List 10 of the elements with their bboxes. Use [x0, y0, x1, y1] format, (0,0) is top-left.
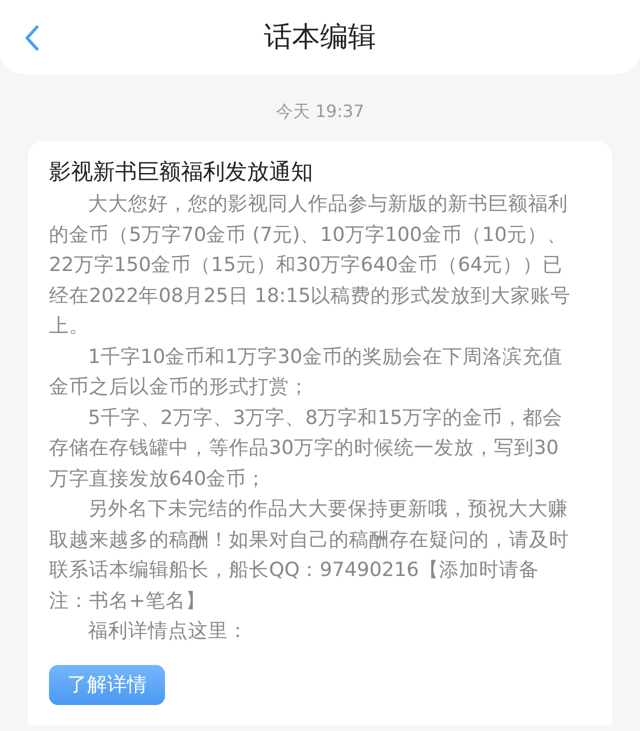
message-title: 影视新书巨额福利发放通知 [49, 159, 314, 187]
details-button[interactable]: 了解详情 [49, 664, 165, 704]
message-paragraph: 另外名下未完结的作品大大要保持更新哦，预祝大大赚取越来越多的稿酬！如果对自己的稿酬存在疑问的，请及时联系话本编辑船长，船长QQ：97490216【添加时请备注：书名+笔名】 [49, 496, 570, 614]
message-paragraph: 大大您好，您的影视同人作品参与新版的新书巨额福利的金币（5万字70金币 (7元)、10万字100金币（10元）、22万字150金币（15元）和30万字640金币（64元））已经在2022年08月25日 18:15以稿费的形式发放到大家账号上。 [49, 191, 572, 339]
back-button[interactable] [24, 24, 40, 52]
message-paragraph: 5千字、2万字、3万字、8万字和15万字的金币，都会存储在存钱罐中，等作品30万字的时候统一发放，写到30万字直接发放640金币； [49, 404, 564, 492]
message-paragraph: 福利详情点这里： [87, 618, 249, 644]
page-title: 话本编辑 [264, 19, 376, 55]
message-timestamp: 今天 19:37 [276, 101, 364, 123]
message-paragraph: 1千字10金币和1万字30金币的奖励会在下周洛滨充值金币之后以金币的形式打赏； [49, 344, 564, 400]
